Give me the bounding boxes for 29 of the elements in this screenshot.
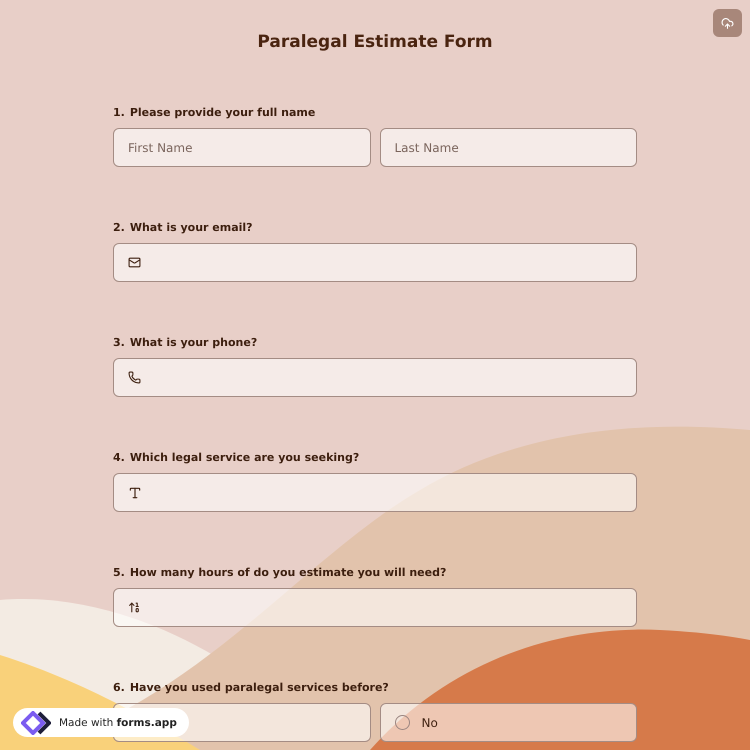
- question-label: Have you used paralegal services before?: [130, 681, 389, 694]
- input-field[interactable]: [113, 473, 637, 512]
- question-label: How many hours of do you estimate you will need?: [130, 566, 446, 579]
- input-field[interactable]: [113, 358, 637, 397]
- made-with-badge[interactable]: Made with forms.app: [13, 708, 189, 737]
- form-title: Paralegal Estimate Form: [257, 32, 493, 52]
- question-number: 3.: [113, 336, 125, 349]
- cloud-upload-icon: [721, 16, 734, 30]
- name-field[interactable]: Last Name: [380, 128, 637, 167]
- number-sort-icon: [128, 601, 141, 614]
- question-number: 5.: [113, 566, 125, 579]
- question-label: Please provide your full name: [130, 106, 316, 119]
- question-label: What is your email?: [130, 221, 253, 234]
- question-number: 1.: [113, 106, 125, 119]
- phone-icon: [128, 371, 141, 384]
- question-label: Which legal service are you seeking?: [130, 451, 360, 464]
- envelope-icon: [128, 256, 141, 269]
- question-number: 2.: [113, 221, 125, 234]
- input-field[interactable]: [113, 588, 637, 627]
- question-number: 6.: [113, 681, 125, 694]
- upload-button[interactable]: [713, 9, 742, 37]
- radio-button[interactable]: [394, 715, 410, 730]
- input-field[interactable]: [113, 243, 637, 282]
- text-icon: [128, 486, 142, 500]
- radio-option[interactable]: No: [380, 703, 637, 742]
- name-field[interactable]: First Name: [113, 128, 370, 167]
- logo-icon: [21, 710, 51, 734]
- question-number: 4.: [113, 451, 125, 464]
- question-label: What is your phone?: [130, 336, 258, 349]
